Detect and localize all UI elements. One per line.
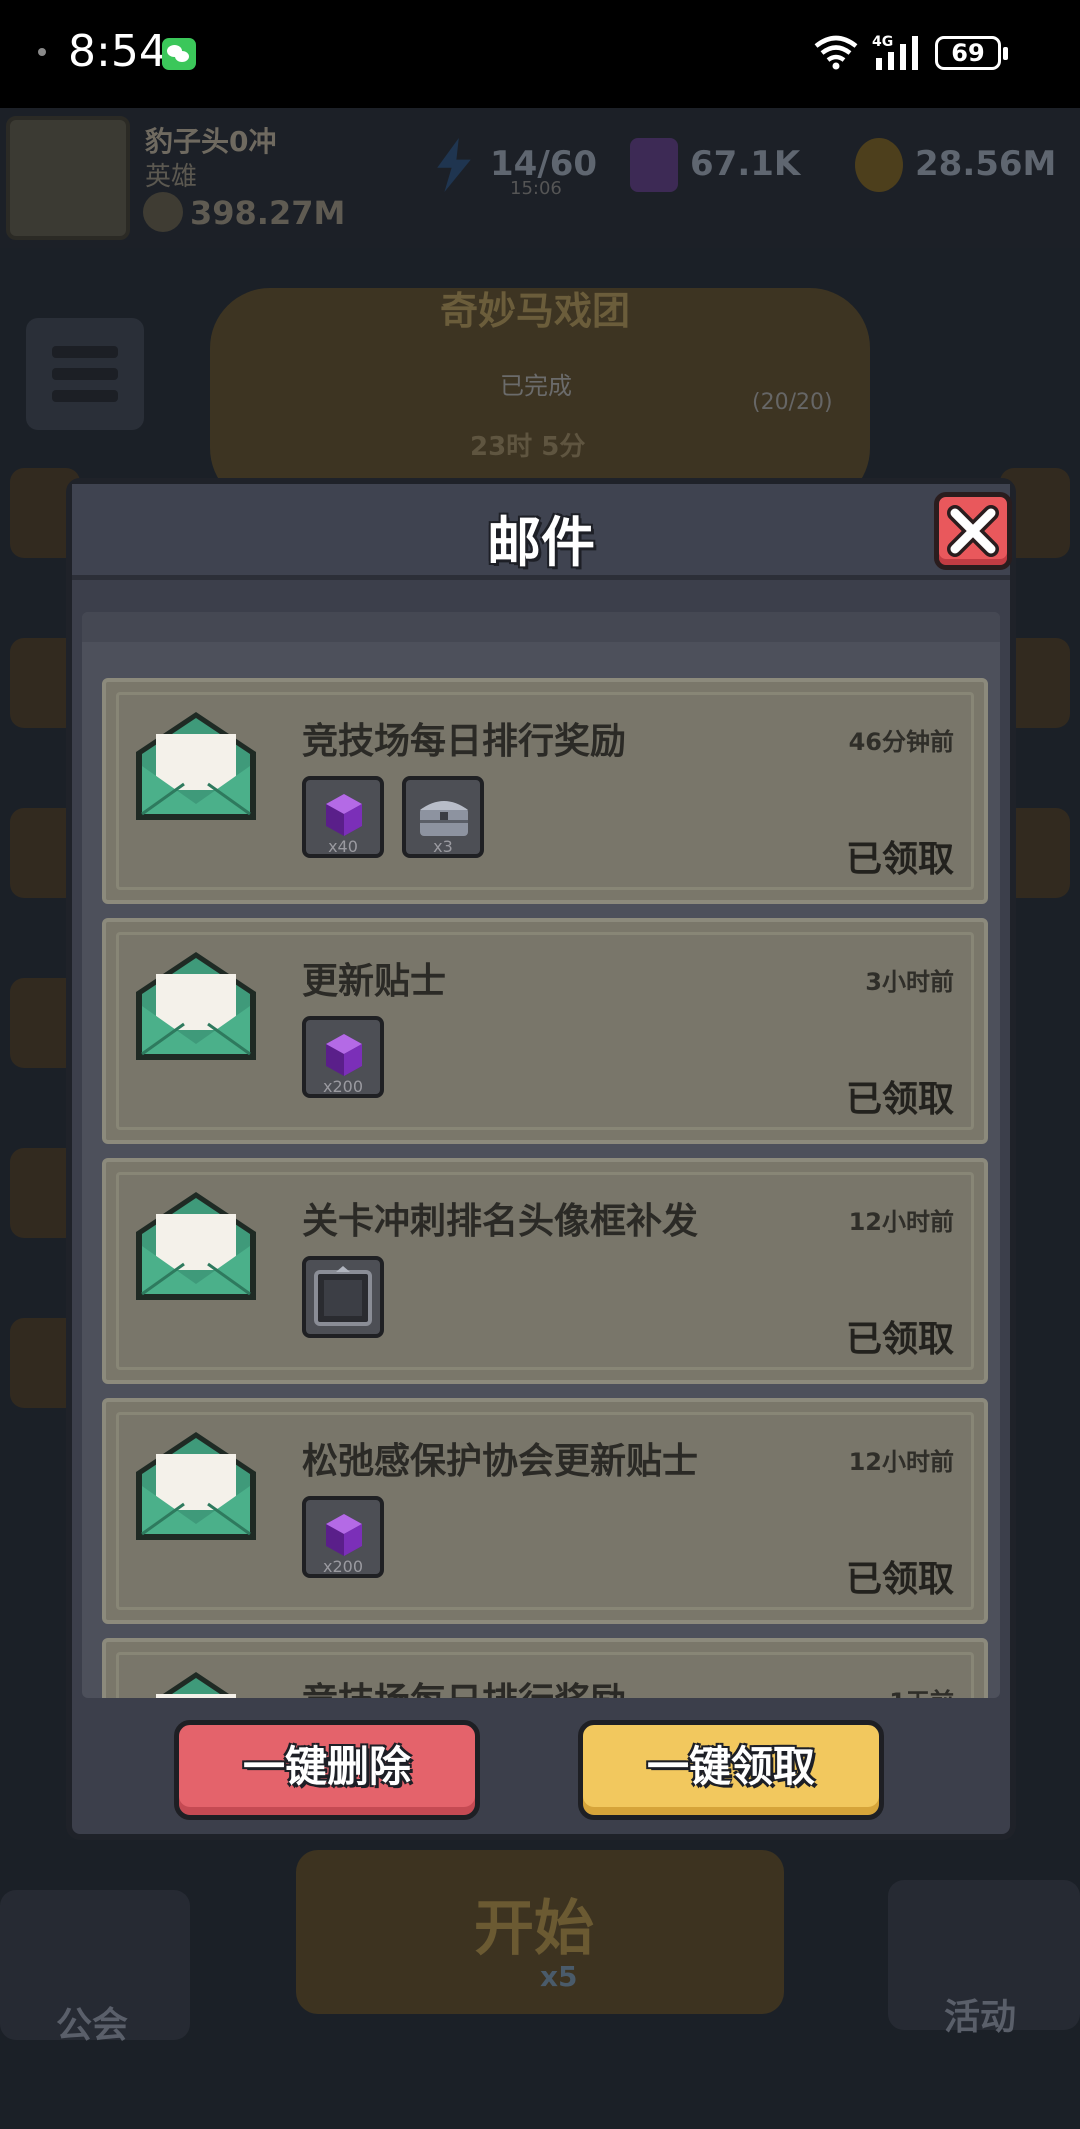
- chest-icon: [420, 801, 468, 836]
- envelope-icon: [134, 1428, 258, 1552]
- mail-title: 更新贴士: [302, 961, 447, 1002]
- delete-all-button[interactable]: 一键删除: [174, 1720, 480, 1820]
- reward-quantity: x200: [322, 1557, 363, 1576]
- mail-list-panel: 竞技场每日排行奖励 46分钟前已领取 x40 x3 更新贴士 3小时前已领取: [82, 612, 1000, 1698]
- dialog-footer: 一键删除 一键领取: [72, 1708, 1010, 1828]
- mail-item[interactable]: 松弛感保护协会更新贴士 12小时前已领取 x200: [102, 1398, 988, 1624]
- reward-item[interactable]: x200: [302, 1496, 384, 1578]
- reward-item[interactable]: x40: [302, 776, 384, 858]
- dialog-header: 邮件: [72, 484, 1012, 580]
- mail-claimed-status: 已领取: [845, 839, 954, 880]
- mail-dialog: 邮件 竞技场每日排行奖励 46分钟前 已领取 x40 x3 更新贴士 3小时前 …: [66, 478, 1016, 1840]
- mail-claimed-status: 已领取: [845, 1319, 954, 1360]
- mail-title: 松弛感保护协会更新贴士: [302, 1441, 699, 1482]
- list-top-strip: [82, 612, 1000, 642]
- close-icon: [947, 505, 999, 557]
- gem-icon: [326, 1034, 362, 1076]
- mail-title: 关卡冲刺排名头像框补发: [302, 1201, 699, 1242]
- reward-item[interactable]: x200: [302, 1016, 384, 1098]
- modal-overlay: 邮件 竞技场每日排行奖励 46分钟前 已领取 x40 x3 更新贴士 3小时前 …: [0, 0, 1080, 2129]
- mail-list[interactable]: 竞技场每日排行奖励 46分钟前已领取 x40 x3 更新贴士 3小时前已领取: [102, 678, 988, 1698]
- gem-icon: [326, 1514, 362, 1556]
- mail-item[interactable]: 竞技场每日排行奖励 46分钟前已领取 x40 x3: [102, 678, 988, 904]
- mail-claimed-status: 已领取: [845, 1079, 954, 1120]
- close-button[interactable]: [934, 492, 1012, 570]
- envelope-icon: [134, 708, 258, 832]
- avatar-frame-icon: [314, 1266, 372, 1326]
- mail-claimed-status: 已领取: [845, 1559, 954, 1600]
- reward-item[interactable]: x3: [402, 776, 484, 858]
- reward-quantity: x40: [328, 837, 358, 856]
- mail-title: 竞技场每日排行奖励: [302, 721, 627, 762]
- reward-item[interactable]: [302, 1256, 384, 1338]
- reward-quantity: x200: [322, 1077, 363, 1096]
- mail-title: 竞技场每日排行奖励: [302, 1672, 626, 1698]
- mail-time: 1天前: [889, 1682, 954, 1698]
- mail-time: 12小时前: [848, 1208, 954, 1236]
- claim-all-button[interactable]: 一键领取: [578, 1720, 884, 1820]
- mail-time: 3小时前: [865, 968, 954, 996]
- mail-time: 46分钟前: [848, 728, 954, 756]
- mail-time: 12小时前: [848, 1448, 954, 1476]
- mail-item[interactable]: 更新贴士 3小时前已领取 x200: [102, 918, 988, 1144]
- dialog-title: 邮件: [487, 511, 595, 574]
- envelope-icon: [134, 948, 258, 1072]
- mail-item[interactable]: 关卡冲刺排名头像框补发 12小时前已领取: [102, 1158, 988, 1384]
- reward-quantity: x3: [433, 837, 453, 856]
- gem-icon: [326, 794, 362, 836]
- envelope-icon: [134, 1188, 258, 1312]
- envelope-icon: [134, 1668, 258, 1698]
- mail-item[interactable]: 竞技场每日排行奖励 1天前: [102, 1638, 988, 1698]
